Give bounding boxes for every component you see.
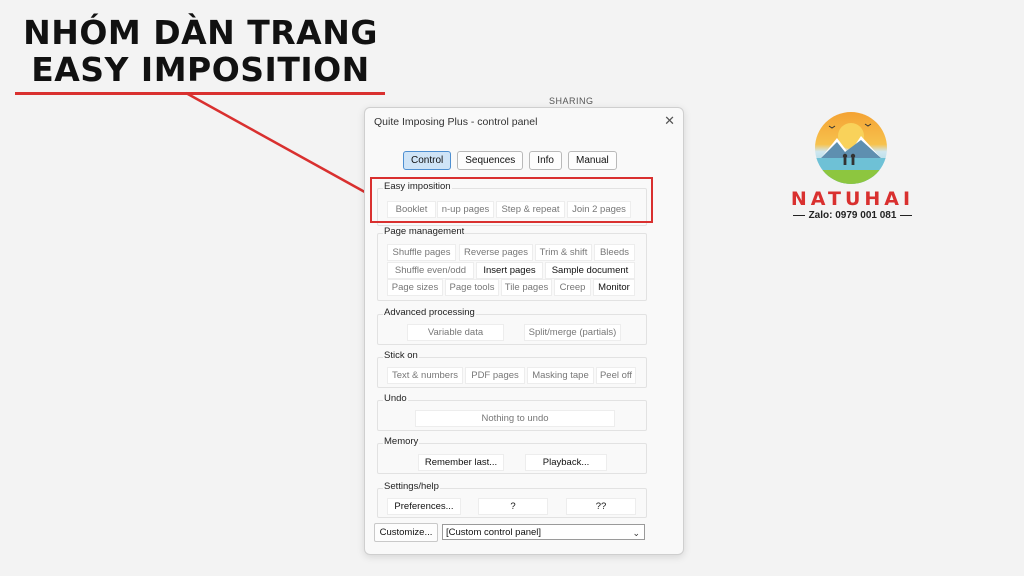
pdf-pages-button[interactable]: PDF pages — [465, 367, 525, 384]
tab-info[interactable]: Info — [529, 151, 562, 170]
advanced-help-button[interactable]: ?? — [566, 498, 636, 515]
help-button[interactable]: ? — [478, 498, 548, 515]
playback-button[interactable]: Playback... — [525, 454, 607, 471]
group-memory: Memory Remember last... Playback... — [377, 436, 647, 474]
group-stick-on: Stick on Text & numbers PDF pages Maskin… — [377, 350, 647, 388]
page-sizes-button[interactable]: Page sizes — [387, 279, 443, 296]
nothing-to-undo-button[interactable]: Nothing to undo — [415, 410, 615, 427]
control-panel-window: Quite Imposing Plus - control panel ✕ Co… — [364, 107, 684, 555]
tab-control[interactable]: Control — [403, 151, 452, 170]
group-undo: Undo Nothing to undo — [377, 393, 647, 431]
group-page-management: Page management Shuffle pages Reverse pa… — [377, 226, 647, 301]
page-heading: NHÓM DÀN TRANG EASY IMPOSITION — [18, 14, 383, 88]
brand-name: NATUHAI — [790, 188, 915, 210]
group-title-settings-help: Settings/help — [383, 481, 440, 492]
easy-imposition-highlight-box — [370, 177, 653, 223]
peel-off-button[interactable]: Peel off — [596, 367, 636, 384]
group-title-stick-on: Stick on — [383, 350, 419, 361]
page-tools-button[interactable]: Page tools — [445, 279, 499, 296]
group-title-advanced-processing: Advanced processing — [383, 307, 476, 318]
tab-bar: Control Sequences Info Manual — [403, 151, 617, 170]
chevron-down-icon: ⌄ — [632, 528, 640, 538]
insert-pages-button[interactable]: Insert pages — [476, 262, 543, 279]
variable-data-button[interactable]: Variable data — [407, 324, 504, 341]
group-title-page-management: Page management — [383, 226, 466, 237]
heading-underline — [15, 92, 385, 95]
text-numbers-button[interactable]: Text & numbers — [387, 367, 463, 384]
customize-button[interactable]: Customize... — [374, 523, 438, 542]
shuffle-even-odd-button[interactable]: Shuffle even/odd — [387, 262, 474, 279]
heading-line-1: NHÓM DÀN TRANG — [23, 13, 378, 52]
monitor-button[interactable]: Monitor — [593, 279, 635, 296]
window-title: Quite Imposing Plus - control panel — [374, 116, 538, 128]
creep-button[interactable]: Creep — [554, 279, 591, 296]
masking-tape-button[interactable]: Masking tape — [527, 367, 594, 384]
preferences-button[interactable]: Preferences... — [387, 498, 461, 515]
tile-pages-button[interactable]: Tile pages — [501, 279, 552, 296]
tab-manual[interactable]: Manual — [567, 151, 617, 170]
reverse-pages-button[interactable]: Reverse pages — [459, 244, 533, 261]
split-merge-button[interactable]: Split/merge (partials) — [524, 324, 621, 341]
close-icon[interactable]: ✕ — [664, 113, 675, 129]
sample-document-button[interactable]: Sample document — [545, 262, 635, 279]
group-settings-help: Settings/help Preferences... ? ?? — [377, 481, 647, 518]
heading-line-2: EASY IMPOSITION — [31, 50, 370, 89]
control-panel-select[interactable]: [Custom control panel] ⌄ — [442, 524, 645, 540]
bleeds-button[interactable]: Bleeds — [594, 244, 635, 261]
shuffle-pages-button[interactable]: Shuffle pages — [387, 244, 456, 261]
zalo-contact: Zalo: 0979 001 081 — [780, 210, 925, 221]
tab-sequences[interactable]: Sequences — [457, 151, 524, 170]
sharing-label: SHARING — [549, 96, 594, 106]
group-title-memory: Memory — [383, 436, 420, 447]
trim-shift-button[interactable]: Trim & shift — [535, 244, 592, 261]
natuhai-logo: NATUHAI Zalo: 0979 001 081 — [780, 108, 960, 228]
group-advanced-processing: Advanced processing Variable data Split/… — [377, 307, 647, 345]
remember-last-button[interactable]: Remember last... — [418, 454, 504, 471]
logo-emblem — [815, 112, 887, 184]
group-title-undo: Undo — [383, 393, 408, 404]
control-panel-select-value: [Custom control panel] — [446, 527, 542, 538]
